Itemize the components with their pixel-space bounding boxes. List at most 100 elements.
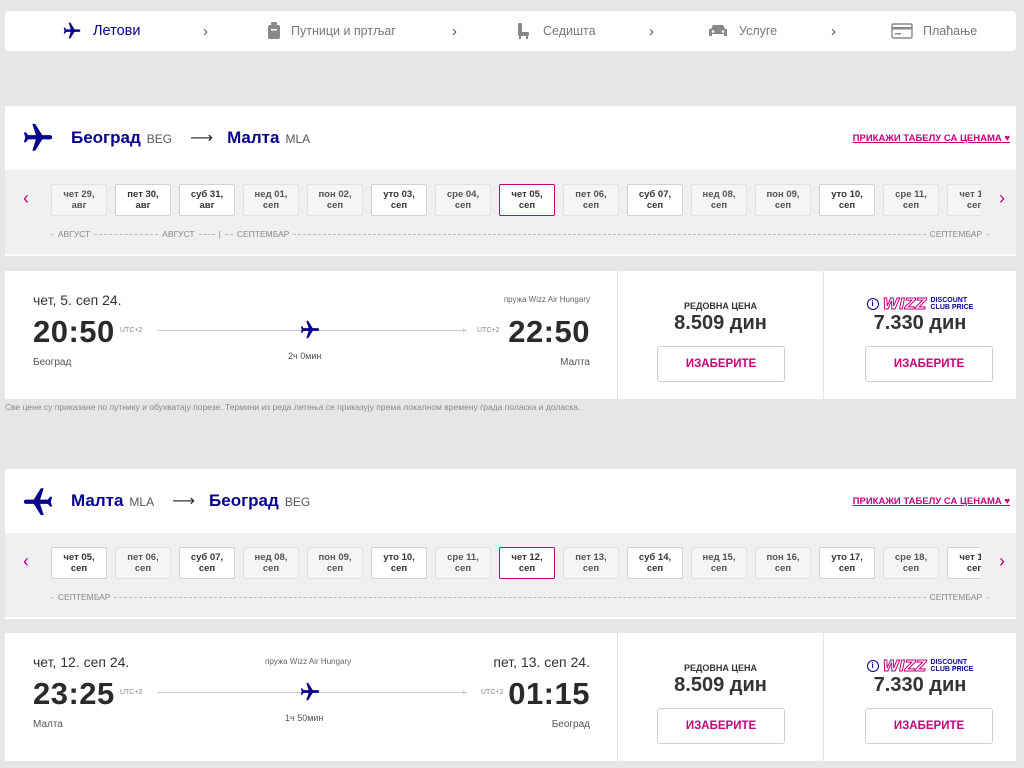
route-header: Малта MLA ⟶ Београд BEG ПРИКАЖИ ТАБЕЛУ С… <box>5 469 1016 533</box>
flight-details: чет, 5. сеп 24. пружа Wizz Air Hungary 2… <box>5 271 617 399</box>
date-option[interactable]: чет 12,сеп <box>499 547 555 579</box>
info-icon[interactable]: i <box>866 298 879 310</box>
date-option[interactable]: чет 19,сеп <box>947 547 981 579</box>
info-icon[interactable]: i <box>866 660 879 672</box>
regular-price: 8.509 дин <box>674 312 767 334</box>
date-option[interactable]: сре 11, сеп <box>435 547 491 579</box>
date-option[interactable]: суб 07, сеп <box>179 547 235 579</box>
date-option[interactable]: пон 16, сеп <box>755 547 811 579</box>
car-icon <box>707 23 729 39</box>
show-price-table-link[interactable]: ПРИКАЖИ ТАБЕЛУ СА ЦЕНАМА ♥ <box>853 133 1010 144</box>
route-title: Београд BEG ⟶ Малта MLA <box>71 128 314 148</box>
club-price: 7.330 дин <box>873 674 967 696</box>
chevron-right-icon: › <box>452 23 457 40</box>
wizz-logo: WIZZ <box>882 295 927 314</box>
departure-date: чет, 5. сеп 24. <box>33 292 122 308</box>
select-regular-button[interactable]: ИЗАБЕРИТЕ <box>657 346 785 382</box>
destination-city: Београд <box>209 491 279 510</box>
departure-utc: UTC+2 <box>120 327 143 334</box>
step-services[interactable]: Услуге <box>707 11 777 51</box>
step-seats[interactable]: Седишта <box>515 11 596 51</box>
chevron-right-icon: › <box>831 23 836 40</box>
month-timeline: - СЕПТЕМБАР СЕПТЕМБАР - <box>51 592 989 602</box>
club-price-option: i WIZZ DISCOUNT CLUB PRICE 7.330 дин ИЗАБ… <box>823 633 1016 761</box>
departure-utc: UTC+2 <box>120 689 143 696</box>
step-label: Плаћање <box>923 24 978 38</box>
regular-price-label: РЕДОВНА ЦЕНА <box>684 301 757 311</box>
wizz-logo: WIZZ <box>882 657 927 676</box>
next-dates-button[interactable]: › <box>999 188 1005 209</box>
flight-details: чет, 12. сеп 24. пружа Wizz Air Hungary … <box>5 633 617 761</box>
date-option[interactable]: уто 03, сеп <box>371 184 427 216</box>
step-passengers[interactable]: Путници и пртљаг <box>267 11 396 51</box>
route-header: Београд BEG ⟶ Малта MLA ПРИКАЖИ ТАБЕЛУ С… <box>5 106 1016 170</box>
outbound-route-card: Београд BEG ⟶ Малта MLA ПРИКАЖИ ТАБЕЛУ С… <box>5 106 1016 256</box>
date-option[interactable]: пон 09, сеп <box>307 547 363 579</box>
date-option[interactable]: пон 09, сеп <box>755 184 811 216</box>
track-end-icon: › <box>462 687 466 698</box>
chevron-right-icon: › <box>203 23 208 40</box>
date-option[interactable]: уто 10, сеп <box>819 184 875 216</box>
booking-steps: Летови › Путници и пртљаг › Седишта › Ус… <box>5 11 1016 51</box>
date-option[interactable]: сре 11, сеп <box>883 184 939 216</box>
step-payment[interactable]: Плаћање <box>891 11 977 51</box>
date-option[interactable]: пет 06, сеп <box>115 547 171 579</box>
date-option[interactable]: сре 04, сеп <box>435 184 491 216</box>
select-regular-button[interactable]: ИЗАБЕРИТЕ <box>657 708 785 744</box>
date-option[interactable]: чет 12,сеп <box>947 184 981 216</box>
regular-price-label: РЕДОВНА ЦЕНА <box>684 663 757 673</box>
date-option[interactable]: нед 08, сеп <box>243 547 299 579</box>
next-dates-button[interactable]: › <box>999 551 1005 572</box>
arrival-date: пет, 13. сеп 24. <box>493 654 590 670</box>
origin-code: BEG <box>146 132 173 146</box>
select-club-button[interactable]: ИЗАБЕРИТЕ <box>865 708 993 744</box>
step-label: Услуге <box>739 24 778 38</box>
date-option[interactable]: уто 17, сеп <box>819 547 875 579</box>
date-option[interactable]: суб 14, сеп <box>627 547 683 579</box>
step-label: Летови <box>93 23 141 39</box>
date-option[interactable]: пет 13, сеп <box>563 547 619 579</box>
date-option[interactable]: нед 15, сеп <box>691 547 747 579</box>
chevron-right-icon: › <box>649 23 654 40</box>
prev-dates-button[interactable]: ‹ <box>23 188 29 209</box>
date-option[interactable]: суб 31, авг <box>179 184 235 216</box>
club-price: 7.330 дин <box>873 312 967 334</box>
step-flights[interactable]: Летови <box>61 11 140 51</box>
return-route-card: Малта MLA ⟶ Београд BEG ПРИКАЖИ ТАБЕЛУ С… <box>5 469 1016 619</box>
prev-dates-button[interactable]: ‹ <box>23 551 29 572</box>
flight-duration: 2ч 0мин <box>288 351 322 361</box>
show-price-table-link[interactable]: ПРИКАЖИ ТАБЕЛУ СА ЦЕНАМА ♥ <box>853 496 1010 507</box>
date-list: чет 05, сеп пет 06, сеп суб 07, сеп нед 08, сеп… <box>51 547 981 579</box>
outbound-flight-card: чет, 5. сеп 24. пружа Wizz Air Hungary 2… <box>5 271 1016 399</box>
departure-date: чет, 12. сеп 24. <box>33 654 130 670</box>
month-timeline: - АВГУСТ АВГУСТ | СЕПТЕМБАР СЕПТЕМБАР - <box>51 229 989 239</box>
date-option[interactable]: пет 06, сеп <box>563 184 619 216</box>
arrival-time: 01:15 <box>508 676 590 711</box>
regular-price-option: РЕДОВНА ЦЕНА 8.509 дин ИЗАБЕРИТЕ <box>617 633 823 761</box>
date-option[interactable]: сре 18, сеп <box>883 547 939 579</box>
date-option[interactable]: нед 08, сеп <box>691 184 747 216</box>
departure-time: 20:50 <box>33 314 115 349</box>
month-label: СЕПТЕМБАР <box>929 229 983 239</box>
route-title: Малта MLA ⟶ Београд BEG <box>71 491 314 511</box>
date-option[interactable]: уто 10, сеп <box>371 547 427 579</box>
seat-icon <box>515 22 533 40</box>
month-label: АВГУСТ <box>162 229 195 239</box>
date-option[interactable]: нед 01, сеп <box>243 184 299 216</box>
select-club-button[interactable]: ИЗАБЕРИТЕ <box>865 346 993 382</box>
return-flight-card: чет, 12. сеп 24. пружа Wizz Air Hungary … <box>5 633 1016 761</box>
date-option[interactable]: пет 30, авг <box>115 184 171 216</box>
plane-icon <box>298 319 322 346</box>
date-option[interactable]: чет 05, сеп <box>51 547 107 579</box>
destination-code: BEG <box>284 495 311 509</box>
month-label: СЕПТЕМБАР <box>236 229 290 239</box>
date-option[interactable]: чет 29, авг <box>51 184 107 216</box>
date-option[interactable]: пон 02, сеп <box>307 184 363 216</box>
date-option[interactable]: чет 05, сеп <box>499 184 555 216</box>
date-option[interactable]: суб 07, сеп <box>627 184 683 216</box>
operated-by: пружа Wizz Air Hungary <box>503 295 590 304</box>
destination-city: Малта <box>227 128 280 147</box>
origin-code: MLA <box>129 495 155 509</box>
route-arrow-icon: ⟶ <box>190 130 214 147</box>
origin-city: Београд <box>71 128 141 147</box>
